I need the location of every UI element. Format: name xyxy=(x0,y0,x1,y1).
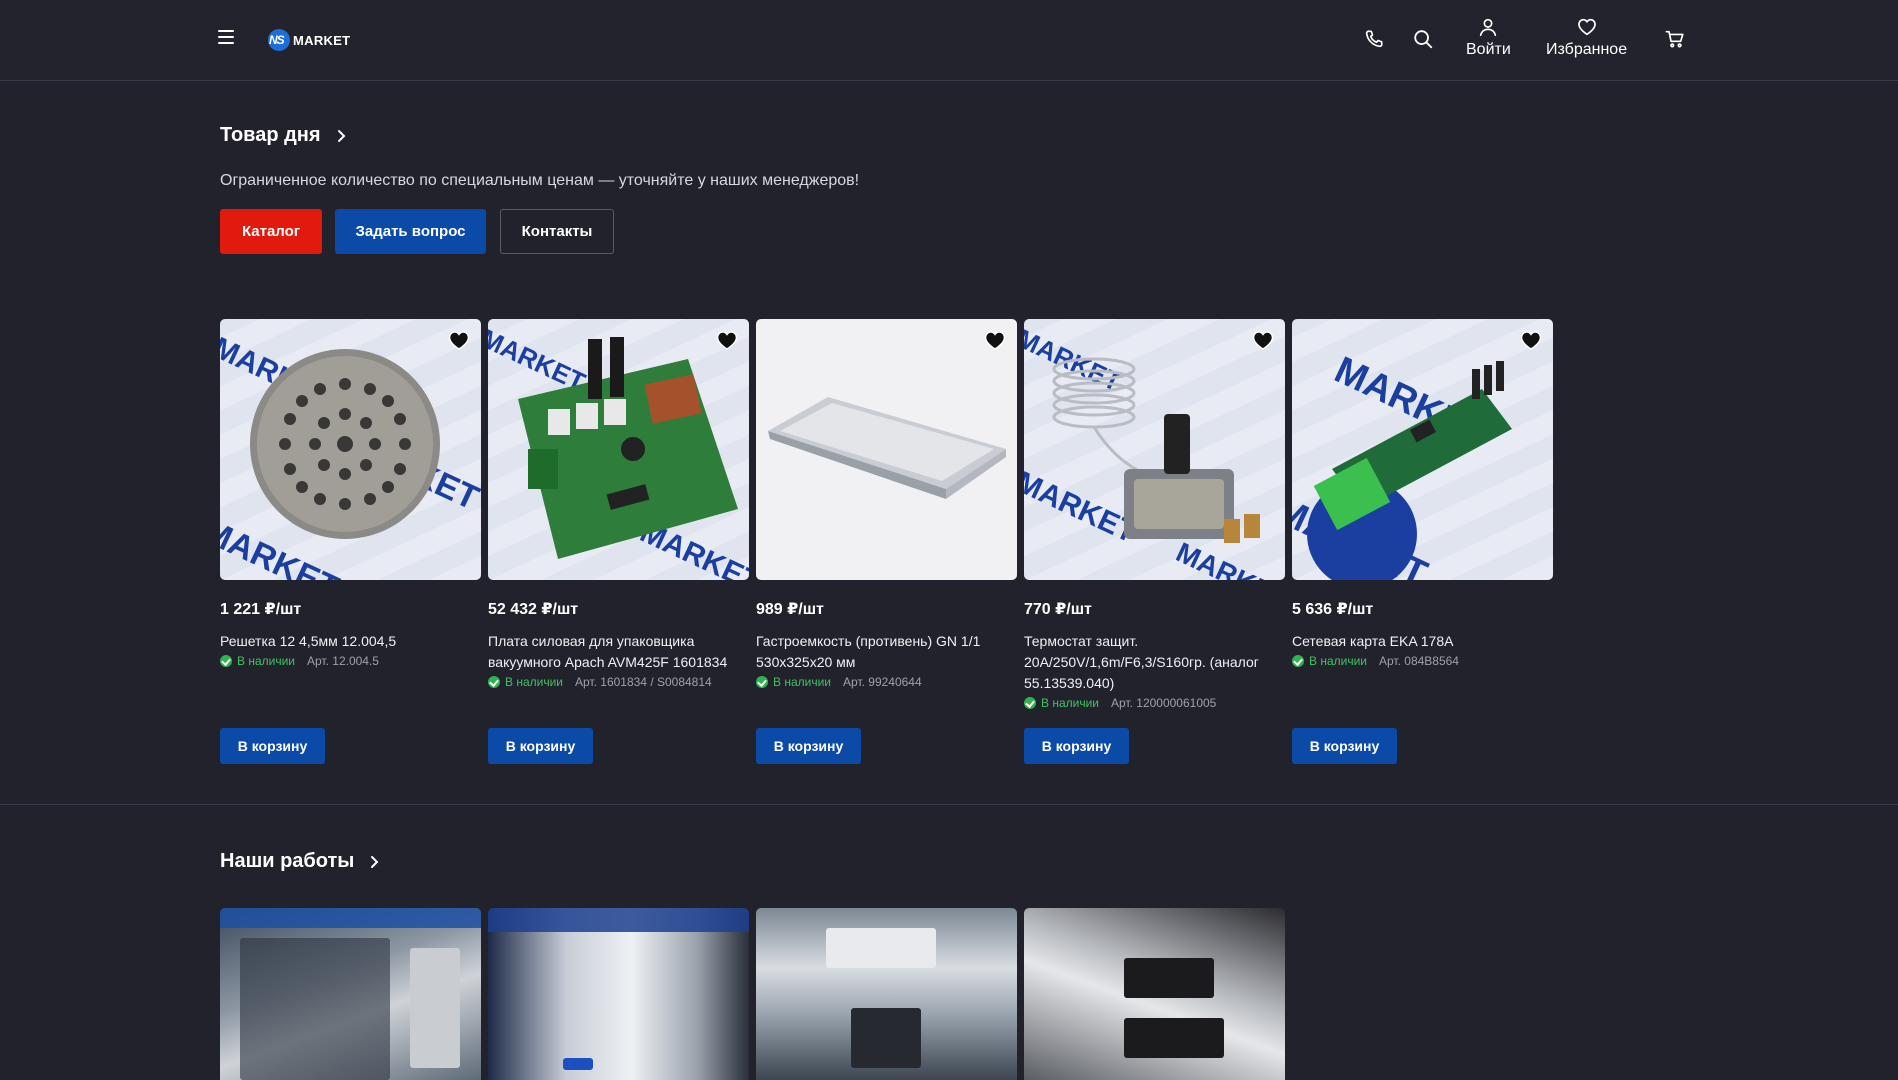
logo-mark-icon xyxy=(268,29,290,51)
favorites-button[interactable]: Избранное xyxy=(1546,16,1627,59)
gastronorm-tray-image xyxy=(768,397,1006,499)
meat-grinder-plate-image: MARKET MARKET MARKET xyxy=(220,331,481,580)
product-image[interactable]: MARKET MARKET MARKET xyxy=(220,319,481,580)
work-photo-dishwasher[interactable] xyxy=(488,908,749,1080)
product-price: 52 432 ₽/шт xyxy=(488,601,579,618)
svg-text:MARKET: MARKET xyxy=(1024,465,1141,549)
contacts-button[interactable]: Контакты xyxy=(500,209,614,254)
add-to-cart-button[interactable]: В корзину xyxy=(488,728,593,764)
chevron-right-icon xyxy=(337,129,345,142)
network-card-image: MARKET MARKET xyxy=(1292,349,1512,580)
product-name[interactable]: Сетевая карта EKA 178A xyxy=(1292,631,1553,652)
check-circle-icon xyxy=(488,676,500,688)
product-image[interactable]: MARKET MARKET xyxy=(488,319,749,580)
stock-status: В наличии xyxy=(1292,654,1367,668)
product-card: MARKET MARKET 5 636 ₽/шт Сетевая карта E… xyxy=(1292,319,1553,668)
promo-title-link[interactable]: Товар дня xyxy=(220,124,347,147)
product-image[interactable]: MARKET MARKET MARKET xyxy=(1024,319,1285,580)
promo-subtitle: Ограниченное количество по специальным ц… xyxy=(220,172,860,189)
favorite-heart-icon[interactable] xyxy=(715,329,739,351)
product-meta: В наличии Арт. 12.004.5 xyxy=(220,654,481,668)
add-to-cart-button[interactable]: В корзину xyxy=(220,728,325,764)
login-button[interactable]: Войти xyxy=(1466,16,1511,59)
power-board-image: MARKET MARKET xyxy=(488,323,749,580)
login-label: Войти xyxy=(1466,41,1511,58)
work-photo-cooker[interactable] xyxy=(1024,908,1285,1080)
logo[interactable]: MARKET xyxy=(268,26,350,54)
product-meta: В наличии Арт. 084B8564 xyxy=(1292,654,1553,668)
product-meta: В наличии Арт. 120000061005 xyxy=(1024,696,1285,710)
check-circle-icon xyxy=(1292,655,1304,667)
product-card: MARKET MARKET MARKET 770 ₽/шт Термостат … xyxy=(1024,319,1285,710)
product-price: 5 636 ₽/шт xyxy=(1292,601,1374,618)
product-article: Арт. 084B8564 xyxy=(1379,654,1459,668)
product-article: Арт. 12.004.5 xyxy=(307,654,379,668)
favorite-heart-icon[interactable] xyxy=(1251,329,1275,351)
check-circle-icon xyxy=(756,676,768,688)
product-image[interactable] xyxy=(756,319,1017,580)
product-card: MARKET MARKET MARKET xyxy=(220,319,481,668)
product-article: Арт. 99240644 xyxy=(843,675,922,689)
favorite-heart-icon[interactable] xyxy=(447,329,471,351)
stock-status: В наличии xyxy=(220,654,295,668)
product-name[interactable]: Плата силовая для упаковщика вакуумного … xyxy=(488,631,749,673)
favorite-heart-icon[interactable] xyxy=(983,329,1007,351)
product-article: Арт. 120000061005 xyxy=(1111,696,1217,710)
stock-status: В наличии xyxy=(756,675,831,689)
product-meta: В наличии Арт. 1601834 / S0084814 xyxy=(488,675,749,689)
product-price: 770 ₽/шт xyxy=(1024,601,1092,618)
chevron-right-icon xyxy=(371,855,379,868)
product-image[interactable]: MARKET MARKET xyxy=(1292,319,1553,580)
product-name[interactable]: Гастроемкость (противень) GN 1/1 530x325… xyxy=(756,631,1017,673)
add-to-cart-button[interactable]: В корзину xyxy=(756,728,861,764)
product-meta: В наличии Арт. 99240644 xyxy=(756,675,1017,689)
add-to-cart-button[interactable]: В корзину xyxy=(1024,728,1129,764)
stock-status: В наличии xyxy=(488,675,563,689)
thermostat-image: MARKET MARKET MARKET xyxy=(1024,323,1285,580)
add-to-cart-button[interactable]: В корзину xyxy=(1292,728,1397,764)
cart-icon[interactable] xyxy=(1664,28,1686,50)
work-photo-mixer[interactable] xyxy=(756,908,1017,1080)
favorites-label: Избранное xyxy=(1546,41,1628,58)
heart-icon xyxy=(1577,18,1596,36)
catalog-button[interactable]: Каталог xyxy=(220,209,322,254)
product-price: 1 221 ₽/шт xyxy=(220,601,302,618)
product-name[interactable]: Решетка 12 4,5мм 12.004,5 xyxy=(220,631,481,652)
logo-text: MARKET xyxy=(293,32,351,48)
product-card: MARKET MARKET 52 432 ₽/шт Плата силовая … xyxy=(488,319,749,689)
works-title-link[interactable]: Наши работы xyxy=(220,850,380,873)
check-circle-icon xyxy=(220,655,232,667)
product-article: Арт. 1601834 / S0084814 xyxy=(575,675,712,689)
product-name[interactable]: Термостат защит. 20A/250V/1,6m/F6,3/S160… xyxy=(1024,631,1285,694)
works-title: Наши работы xyxy=(220,850,355,872)
ask-question-button[interactable]: Задать вопрос xyxy=(335,209,486,254)
menu-icon[interactable] xyxy=(218,30,238,50)
product-card: 989 ₽/шт Гастроемкость (противень) GN 1/… xyxy=(756,319,1017,689)
search-icon[interactable] xyxy=(1412,28,1434,50)
favorite-heart-icon[interactable] xyxy=(1519,329,1543,351)
work-photo-combi-oven[interactable] xyxy=(220,908,481,1080)
promo-title: Товар дня xyxy=(220,124,321,146)
user-icon xyxy=(1480,18,1497,37)
check-circle-icon xyxy=(1024,697,1036,709)
product-price: 989 ₽/шт xyxy=(756,601,824,618)
section-divider xyxy=(0,804,1898,805)
stock-status: В наличии xyxy=(1024,696,1099,710)
site-header: MARKET Войти Избранное xyxy=(0,0,1898,81)
phone-icon[interactable] xyxy=(1363,28,1385,50)
